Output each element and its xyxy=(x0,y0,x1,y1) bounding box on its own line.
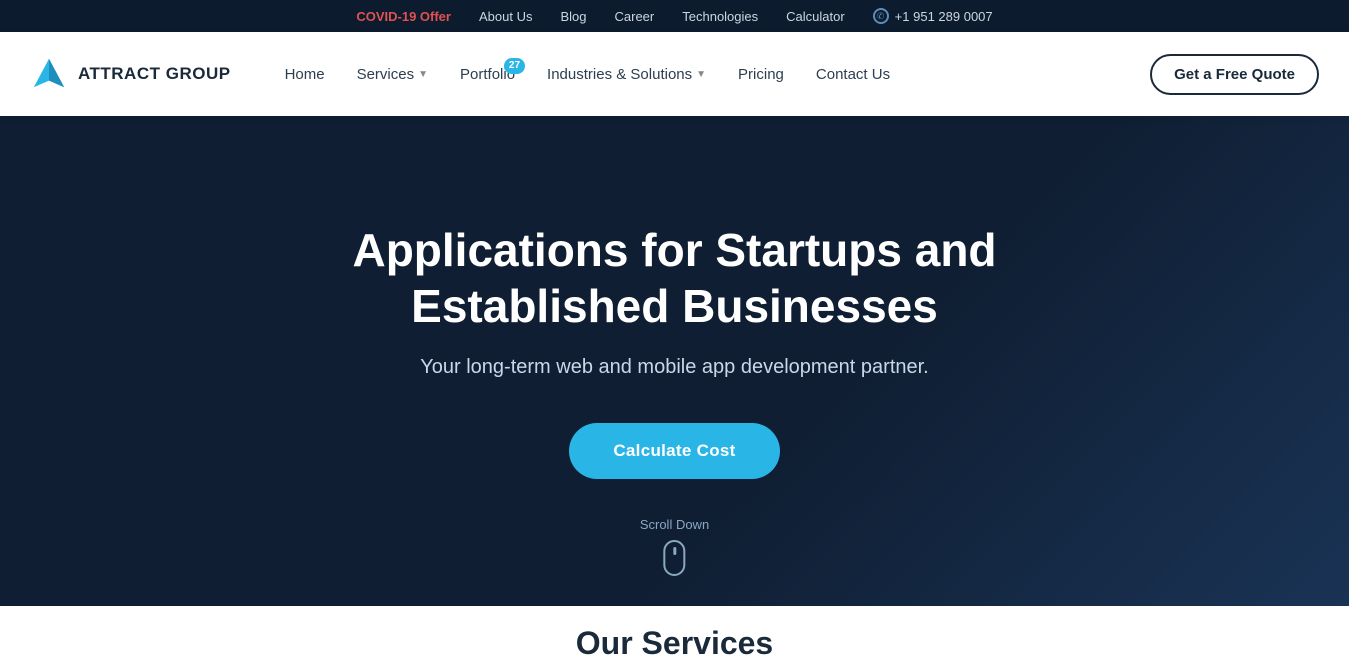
logo[interactable]: ATTRACT GROUP xyxy=(30,55,231,93)
calculator-link[interactable]: Calculator xyxy=(786,9,845,24)
industries-chevron-icon: ▼ xyxy=(696,69,706,80)
phone-number: +1 951 289 0007 xyxy=(895,9,993,24)
our-services-heading: Our Services xyxy=(576,625,773,662)
nav-services[interactable]: Services ▼ xyxy=(343,56,442,93)
logo-text: ATTRACT GROUP xyxy=(78,64,231,84)
nav-contact[interactable]: Contact Us xyxy=(802,56,904,93)
scroll-label: Scroll Down xyxy=(640,517,709,532)
top-bar: COVID-19 Offer About Us Blog Career Tech… xyxy=(0,0,1349,32)
nav-portfolio[interactable]: Portfolio 27 xyxy=(446,56,529,93)
scroll-wheel xyxy=(673,547,676,555)
logo-icon xyxy=(30,55,68,93)
services-chevron-icon: ▼ xyxy=(418,69,428,80)
nav-home[interactable]: Home xyxy=(271,56,339,93)
nav-links: Home Services ▼ Portfolio 27 Industries … xyxy=(271,56,1151,93)
scroll-down: Scroll Down xyxy=(640,517,709,576)
navbar: ATTRACT GROUP Home Services ▼ Portfolio … xyxy=(0,32,1349,116)
about-us-link[interactable]: About Us xyxy=(479,9,532,24)
hero-subheading: Your long-term web and mobile app develo… xyxy=(225,356,1125,379)
get-free-quote-button[interactable]: Get a Free Quote xyxy=(1150,54,1319,95)
services-section-peek: Our Services xyxy=(0,606,1349,666)
portfolio-badge: 27 xyxy=(504,58,525,74)
nav-pricing[interactable]: Pricing xyxy=(724,56,798,93)
technologies-link[interactable]: Technologies xyxy=(682,9,758,24)
nav-industries[interactable]: Industries & Solutions ▼ xyxy=(533,56,720,93)
phone-wrap: ✆ +1 951 289 0007 xyxy=(873,8,993,24)
covid-offer-link[interactable]: COVID-19 Offer xyxy=(356,9,451,24)
hero-heading: Applications for Startups and Establishe… xyxy=(225,223,1125,333)
hero-content: Applications for Startups and Establishe… xyxy=(225,223,1125,478)
scroll-mouse-icon xyxy=(663,540,685,576)
hero-section: Applications for Startups and Establishe… xyxy=(0,116,1349,606)
phone-icon: ✆ xyxy=(873,8,889,24)
blog-link[interactable]: Blog xyxy=(560,9,586,24)
calculate-cost-button[interactable]: Calculate Cost xyxy=(569,423,779,479)
career-link[interactable]: Career xyxy=(615,9,655,24)
